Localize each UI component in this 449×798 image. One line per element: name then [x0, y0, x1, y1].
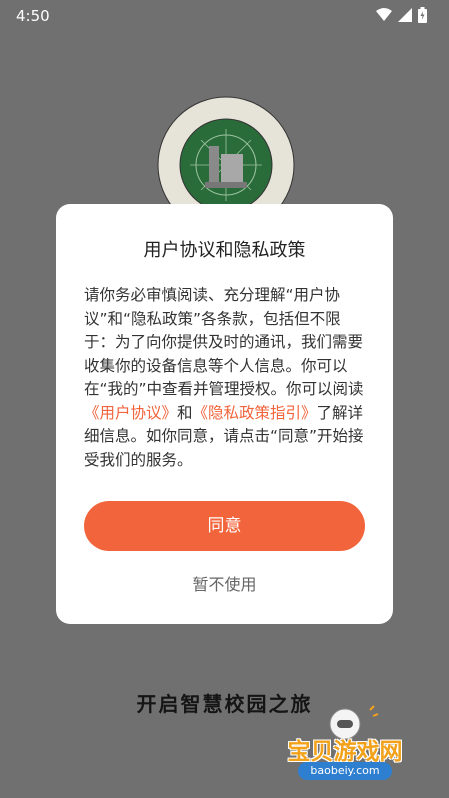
battery-icon: [418, 7, 427, 23]
privacy-policy-link[interactable]: 《隐私政策指引》: [193, 404, 317, 422]
signal-icon: [398, 8, 412, 22]
body-text-2: 和: [177, 403, 193, 422]
status-bar: 4:50: [0, 0, 449, 32]
watermark: 宝贝游戏网 baobeiy.com: [270, 704, 420, 786]
dialog-title: 用户协议和隐私政策: [143, 240, 306, 261]
watermark-url: baobeiy.com: [298, 762, 392, 780]
dialog-body: 请你务必审慎阅读、充分理解“用户协议”和“隐私政策”各条款，包括但不限于：为了向…: [84, 284, 367, 472]
agree-button[interactable]: 同意: [84, 501, 365, 551]
watermark-title: 宝贝游戏网: [287, 739, 403, 765]
status-time: 4:50: [16, 7, 50, 25]
status-icons: [376, 7, 427, 23]
body-text-1: 请你务必审慎阅读、充分理解“用户协议”和“隐私政策”各条款，包括但不限于：为了向…: [84, 286, 364, 398]
wifi-icon: [376, 8, 392, 21]
user-agreement-link[interactable]: 《用户协议》: [84, 404, 177, 422]
privacy-dialog: 用户协议和隐私政策 请你务必审慎阅读、充分理解“用户协议”和“隐私政策”各条款，…: [56, 204, 393, 624]
decline-button[interactable]: 暂不使用: [56, 571, 393, 595]
